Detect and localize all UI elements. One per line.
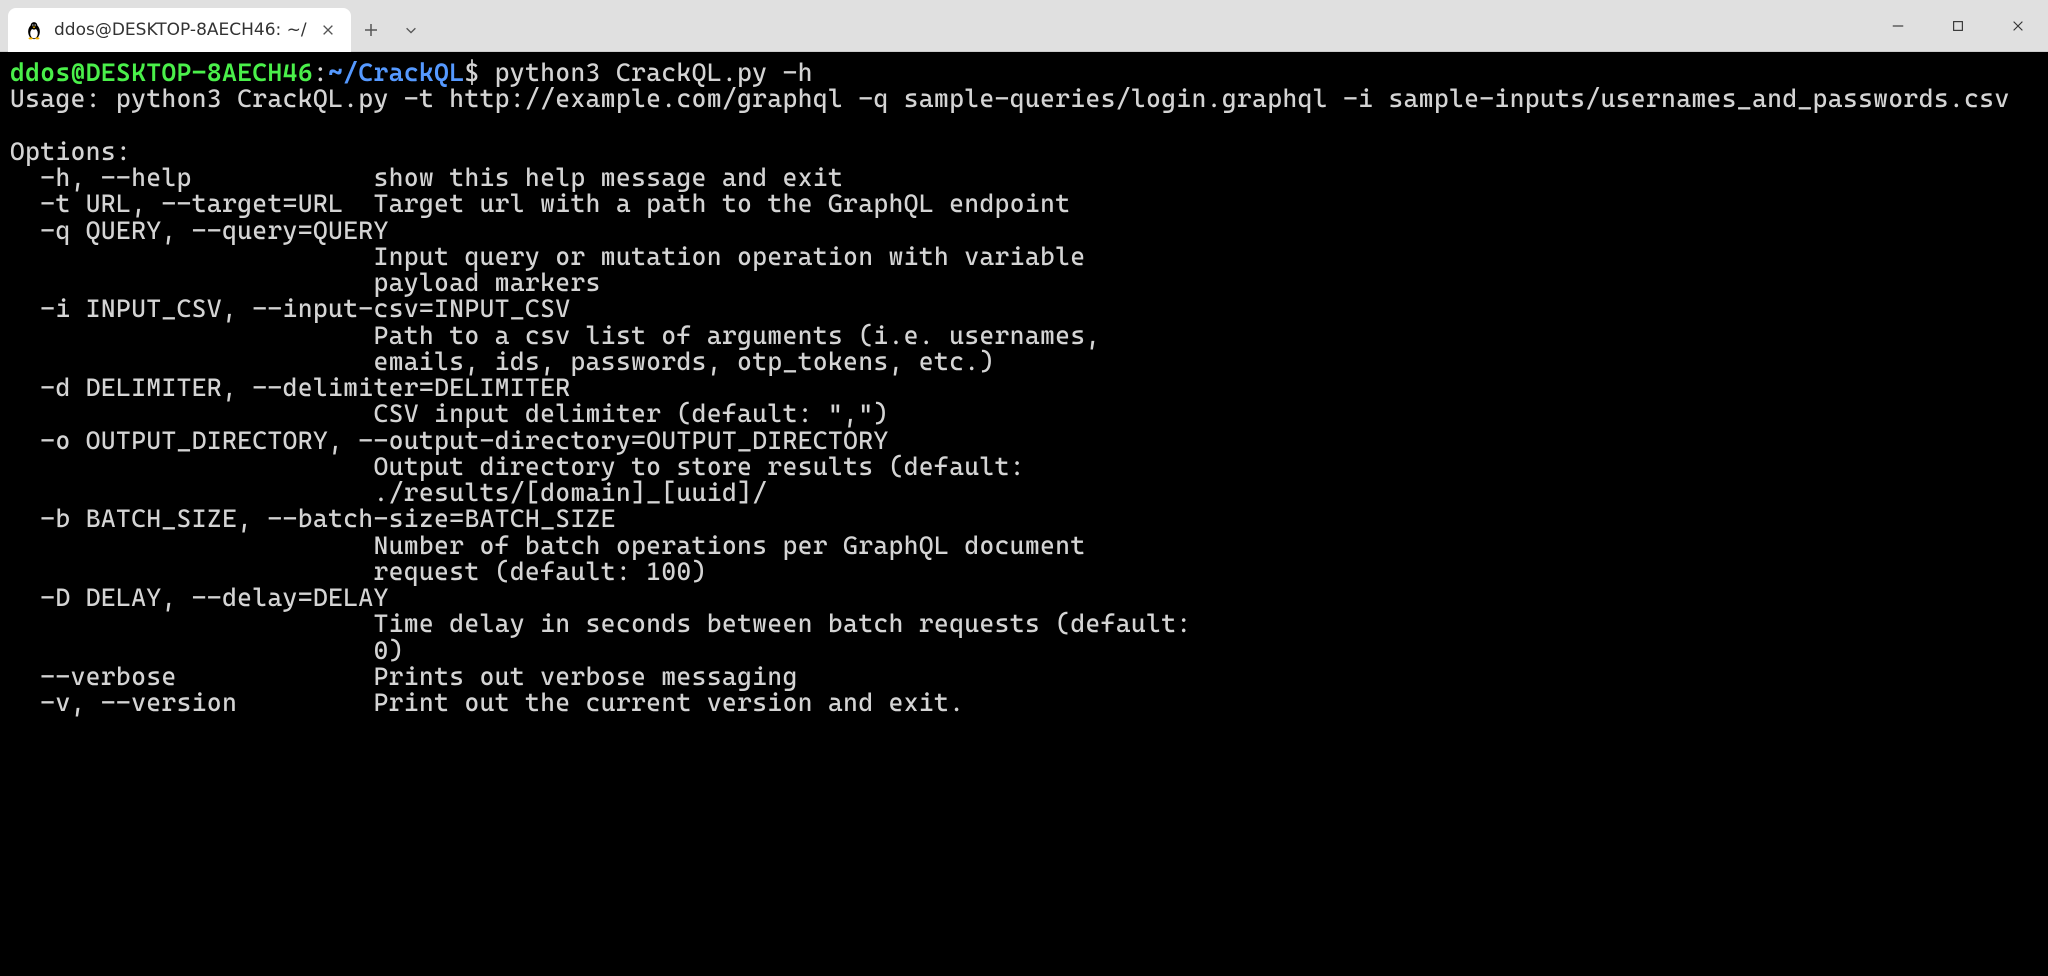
maximize-button[interactable] bbox=[1928, 0, 1988, 52]
output-opt-out3: ./results/[domain]_[uuid]/ bbox=[10, 478, 767, 507]
output-opt-batch1: -b BATCH_SIZE, --batch-size=BATCH_SIZE bbox=[10, 504, 616, 533]
prompt-dollar: $ bbox=[464, 58, 479, 87]
minimize-button[interactable] bbox=[1868, 0, 1928, 52]
close-tab-button[interactable] bbox=[317, 19, 339, 41]
output-options-header: Options: bbox=[10, 137, 131, 166]
title-bar: ddos@DESKTOP-8AECH46: ~/ bbox=[0, 0, 2048, 52]
output-opt-delay1: -D DELAY, --delay=DELAY bbox=[10, 583, 389, 612]
output-opt-delay3: 0) bbox=[10, 636, 404, 665]
chevron-down-icon bbox=[404, 23, 418, 37]
output-opt-query2: Input query or mutation operation with v… bbox=[10, 242, 1086, 271]
output-opt-input1: -i INPUT_CSV, --input-csv=INPUT_CSV bbox=[10, 294, 571, 323]
output-opt-out2: Output directory to store results (defau… bbox=[10, 452, 1025, 481]
output-opt-query3: payload markers bbox=[10, 268, 601, 297]
tab-title: ddos@DESKTOP-8AECH46: ~/ bbox=[54, 20, 307, 40]
prompt-separator: : bbox=[313, 58, 328, 87]
active-tab[interactable]: ddos@DESKTOP-8AECH46: ~/ bbox=[8, 8, 351, 52]
close-icon bbox=[2011, 19, 2025, 33]
plus-icon bbox=[363, 22, 379, 38]
output-opt-version: -v, --version Print out the current vers… bbox=[10, 688, 964, 717]
output-opt-query1: -q QUERY, --query=QUERY bbox=[10, 216, 389, 245]
minimize-icon bbox=[1891, 19, 1905, 33]
window-controls bbox=[1868, 0, 2048, 51]
penguin-icon bbox=[24, 20, 44, 40]
output-opt-delim1: -d DELIMITER, --delimiter=DELIMITER bbox=[10, 373, 571, 402]
close-icon bbox=[321, 23, 335, 37]
output-usage: Usage: python3 CrackQL.py -t http://exam… bbox=[10, 84, 2010, 113]
output-opt-target: -t URL, --target=URL Target url with a p… bbox=[10, 189, 1070, 218]
output-opt-delim2: CSV input delimiter (default: ",") bbox=[10, 399, 889, 428]
command-entered: python3 CrackQL.py -h bbox=[480, 58, 813, 87]
output-opt-help: -h, --help show this help message and ex… bbox=[10, 163, 843, 192]
tab-strip: ddos@DESKTOP-8AECH46: ~/ bbox=[8, 0, 431, 51]
output-opt-input2: Path to a csv list of arguments (i.e. us… bbox=[10, 321, 1101, 350]
output-opt-out1: -o OUTPUT_DIRECTORY, --output-directory=… bbox=[10, 426, 889, 455]
new-tab-button[interactable] bbox=[351, 8, 391, 52]
prompt-cwd: ~/CrackQL bbox=[328, 58, 464, 87]
output-opt-batch3: request (default: 100) bbox=[10, 557, 707, 586]
output-opt-batch2: Number of batch operations per GraphQL d… bbox=[10, 531, 1086, 560]
close-window-button[interactable] bbox=[1988, 0, 2048, 52]
output-opt-verbose: --verbose Prints out verbose messaging bbox=[10, 662, 798, 691]
output-opt-input3: emails, ids, passwords, otp_tokens, etc.… bbox=[10, 347, 995, 376]
prompt-user-host: ddos@DESKTOP-8AECH46 bbox=[10, 58, 313, 87]
maximize-icon bbox=[1951, 19, 1965, 33]
output-opt-delay2: Time delay in seconds between batch requ… bbox=[10, 609, 1192, 638]
terminal-viewport[interactable]: ddos@DESKTOP-8AECH46:~/CrackQL$ python3 … bbox=[0, 52, 2048, 976]
tab-dropdown-button[interactable] bbox=[391, 8, 431, 52]
